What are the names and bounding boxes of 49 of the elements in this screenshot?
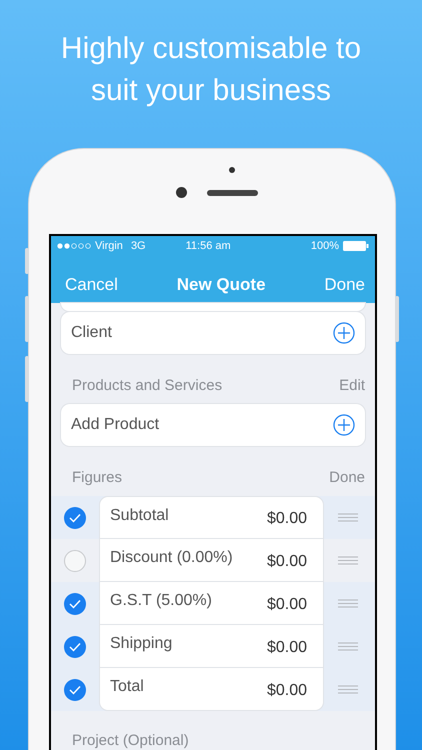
checkmark-icon <box>69 598 81 608</box>
battery-icon <box>343 241 369 251</box>
figure-amount: $0.00 <box>266 552 307 572</box>
battery-label: 100% <box>310 238 339 254</box>
row-label: Client <box>71 323 112 343</box>
section-header: Project (Optional) <box>72 730 189 750</box>
figure-amount: $0.00 <box>266 638 307 658</box>
figure-row[interactable]: Total $0.00 <box>99 668 324 711</box>
section-header: Products and Services <box>72 376 222 396</box>
checkbox[interactable] <box>64 636 86 658</box>
figure-label: Discount (0.00%) <box>110 548 233 568</box>
headline: Highly customisable to suit your business <box>60 31 362 109</box>
figure-amount: $0.00 <box>266 594 307 614</box>
add-icon[interactable] <box>333 414 355 436</box>
checkmark-icon <box>69 512 81 522</box>
checkbox[interactable] <box>64 678 86 700</box>
drag-handle-icon[interactable] <box>338 599 358 608</box>
carrier-label: Virgin <box>95 238 123 254</box>
row-label: Add Product <box>71 415 160 435</box>
client-row[interactable]: Client <box>61 312 365 354</box>
figure-label: Total <box>110 677 144 697</box>
time-label: 11:56 am <box>186 238 231 254</box>
drag-handle-icon[interactable] <box>338 556 358 565</box>
network-label: 3G <box>130 238 146 254</box>
section-header: Figures <box>72 468 122 488</box>
checkmark-icon <box>69 684 81 694</box>
figure-row[interactable]: Discount (0.00%) $0.00 <box>99 539 324 582</box>
signal-icon <box>57 243 91 249</box>
sensor-icon <box>229 167 235 173</box>
figure-amount: $0.00 <box>266 509 307 529</box>
drag-handle-icon[interactable] <box>338 642 358 651</box>
figure-row[interactable]: Subtotal $0.00 <box>99 496 324 539</box>
camera-icon <box>176 187 187 198</box>
nav-title: New Quote <box>176 274 266 296</box>
checkbox[interactable] <box>64 506 86 528</box>
drag-handle-icon[interactable] <box>338 685 358 694</box>
figure-label: Subtotal <box>110 506 169 526</box>
speaker-icon <box>207 190 258 196</box>
figure-label: Shipping <box>110 634 172 654</box>
figure-amount: $0.00 <box>266 680 307 700</box>
checkbox[interactable] <box>64 550 86 572</box>
add-icon[interactable] <box>333 322 355 344</box>
drag-handle-icon[interactable] <box>338 513 358 522</box>
figure-label: G.S.T (5.00%) <box>110 591 212 611</box>
figure-row[interactable]: G.S.T (5.00%) $0.00 <box>99 582 324 625</box>
add-product-row[interactable]: Add Product <box>61 404 365 446</box>
checkbox[interactable] <box>64 592 86 614</box>
figure-row[interactable]: Shipping $0.00 <box>99 625 324 668</box>
checkmark-icon <box>69 642 81 652</box>
